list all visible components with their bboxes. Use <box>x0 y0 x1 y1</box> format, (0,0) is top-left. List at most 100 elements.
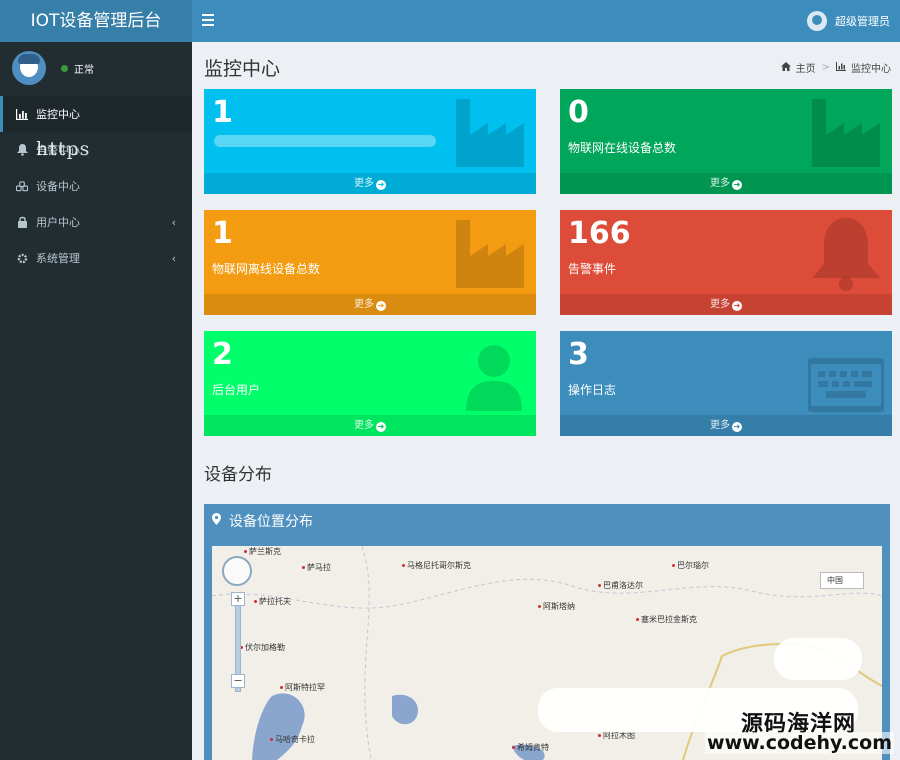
online-dot-icon <box>61 65 68 72</box>
top-header: IOT设备管理后台 超级管理员 <box>0 0 900 42</box>
stat-value: 1 <box>212 216 233 251</box>
arrow-circle-right-icon: ➜ <box>732 180 742 190</box>
status-text: 正常 <box>74 65 94 76</box>
map-city-label: 伏尔加格勒 <box>240 642 285 653</box>
industry-icon <box>456 220 524 288</box>
watermark-en: www.codehy.com <box>705 732 894 754</box>
more-link[interactable]: 更多 ➜ <box>204 294 536 315</box>
map-city-label: 萨拉托夫 <box>254 596 291 607</box>
user-menu[interactable]: 超级管理员 <box>807 0 890 42</box>
stat-value: 166 <box>568 216 631 251</box>
breadcrumb-home[interactable]: 主页 <box>796 60 816 75</box>
breadcrumb-current: 监控中心 <box>851 64 891 75</box>
user-avatar <box>807 11 827 31</box>
arrow-circle-right-icon: ➜ <box>732 301 742 311</box>
status-indicator: 正常 <box>61 61 94 76</box>
bar-chart-icon <box>16 108 28 120</box>
more-link[interactable]: 更多 ➜ <box>560 294 892 315</box>
stat-label: 告警事件 <box>568 262 617 276</box>
section-title: 设备分布 <box>204 465 272 485</box>
map-city-label: 塞米巴拉金斯克 <box>636 614 697 625</box>
map-type-select[interactable]: 中国 <box>820 572 864 589</box>
map-pan-control[interactable] <box>222 556 252 586</box>
home-icon <box>780 61 791 74</box>
industry-icon <box>456 99 524 167</box>
arrow-circle-right-icon: ➜ <box>376 301 386 311</box>
arrow-circle-right-icon: ➜ <box>732 422 742 432</box>
map-marker-icon <box>212 513 221 529</box>
zoom-in-button[interactable]: + <box>231 592 245 606</box>
watermark-url: https <box>36 138 91 160</box>
avatar <box>12 51 46 85</box>
sidebar-item-device[interactable]: 设备中心 <box>0 168 192 204</box>
sidebar: 正常 监控中心 告警中心 设备中心 用户中心 ‹ 系统管理 ‹ https <box>0 42 192 760</box>
breadcrumb: 主页 > 监控中心 <box>780 60 891 75</box>
map-city-label: 巴尔瑙尔 <box>672 560 709 571</box>
industry-icon <box>812 99 880 167</box>
stat-label: 物联网在线设备总数 <box>568 141 677 155</box>
main-content: 监控中心 主页 > 监控中心 1 更多 ➜ 0 物联网在线设备总数 更多 ➜ 1 物… <box>192 42 900 760</box>
more-label: 更多 <box>710 178 730 189</box>
zoom-out-button[interactable]: − <box>231 674 245 688</box>
sidebar-item-alarm[interactable]: 告警中心 <box>0 132 192 168</box>
blurred-label <box>214 135 436 147</box>
sidebar-item-label: 设备中心 <box>36 180 80 193</box>
stat-box-offline: 1 物联网离线设备总数 更多 ➜ <box>204 210 536 315</box>
map-city-label: 阿斯特拉罕 <box>280 682 325 693</box>
more-link[interactable]: 更多 ➜ <box>204 415 536 436</box>
map-panel-header: 设备位置分布 <box>204 504 890 538</box>
arrow-circle-right-icon: ➜ <box>376 180 386 190</box>
more-label: 更多 <box>354 299 374 310</box>
gear-icon <box>16 252 28 264</box>
map-city-label: 萨马拉 <box>302 562 331 573</box>
page-title: 监控中心 <box>204 58 281 80</box>
user-icon <box>466 345 522 411</box>
blurred-overlay <box>774 638 862 680</box>
more-label: 更多 <box>354 178 374 189</box>
cubes-icon <box>16 180 28 192</box>
stat-label: 操作日志 <box>568 383 617 397</box>
map-city-label: 阿斯塔纳 <box>538 601 575 612</box>
stat-label: 后台用户 <box>212 383 261 397</box>
sidebar-item-monitor[interactable]: 监控中心 <box>0 96 192 132</box>
user-name: 超级管理员 <box>835 15 890 28</box>
map-city-label: 萨兰斯克 <box>244 546 281 557</box>
sidebar-item-label: 用户中心 <box>36 216 80 229</box>
user-panel: 正常 <box>0 42 192 94</box>
map-city-label: 马格尼托哥尔斯克 <box>402 560 471 571</box>
bar-chart-icon <box>836 61 846 74</box>
stat-box-alarms: 166 告警事件 更多 ➜ <box>560 210 892 315</box>
keyboard-icon <box>808 358 884 412</box>
sidebar-item-system[interactable]: 系统管理 ‹ <box>0 240 192 276</box>
stat-box-devices: 1 更多 ➜ <box>204 89 536 194</box>
more-label: 更多 <box>354 420 374 431</box>
more-link[interactable]: 更多 ➜ <box>204 173 536 194</box>
stat-value: 1 <box>212 95 233 130</box>
stat-value: 0 <box>568 95 589 130</box>
breadcrumb-separator: > <box>821 62 830 73</box>
stat-box-online: 0 物联网在线设备总数 更多 ➜ <box>560 89 892 194</box>
more-label: 更多 <box>710 420 730 431</box>
more-link[interactable]: 更多 ➜ <box>560 173 892 194</box>
stat-value: 3 <box>568 337 589 372</box>
stat-label: 物联网离线设备总数 <box>212 262 321 276</box>
bell-icon <box>16 144 28 156</box>
sidebar-toggle-icon[interactable] <box>202 11 218 31</box>
more-label: 更多 <box>710 299 730 310</box>
chevron-left-icon: ‹ <box>171 215 176 229</box>
app-logo[interactable]: IOT设备管理后台 <box>0 0 192 42</box>
more-link[interactable]: 更多 ➜ <box>560 415 892 436</box>
stat-box-users: 2 后台用户 更多 ➜ <box>204 331 536 436</box>
map-city-label: 巴甫洛达尔 <box>598 580 643 591</box>
lock-icon <box>16 216 28 228</box>
stat-box-logs: 3 操作日志 更多 ➜ <box>560 331 892 436</box>
chevron-left-icon: ‹ <box>171 251 176 265</box>
map-city-label: 希姆肯特 <box>512 742 549 753</box>
sidebar-item-label: 系统管理 <box>36 252 80 265</box>
stat-value: 2 <box>212 337 233 372</box>
bell-icon <box>812 218 880 291</box>
map-title: 设备位置分布 <box>229 514 313 530</box>
arrow-circle-right-icon: ➜ <box>376 422 386 432</box>
sidebar-item-users[interactable]: 用户中心 ‹ <box>0 204 192 240</box>
map-city-label: 马哈奇卡拉 <box>270 734 315 745</box>
